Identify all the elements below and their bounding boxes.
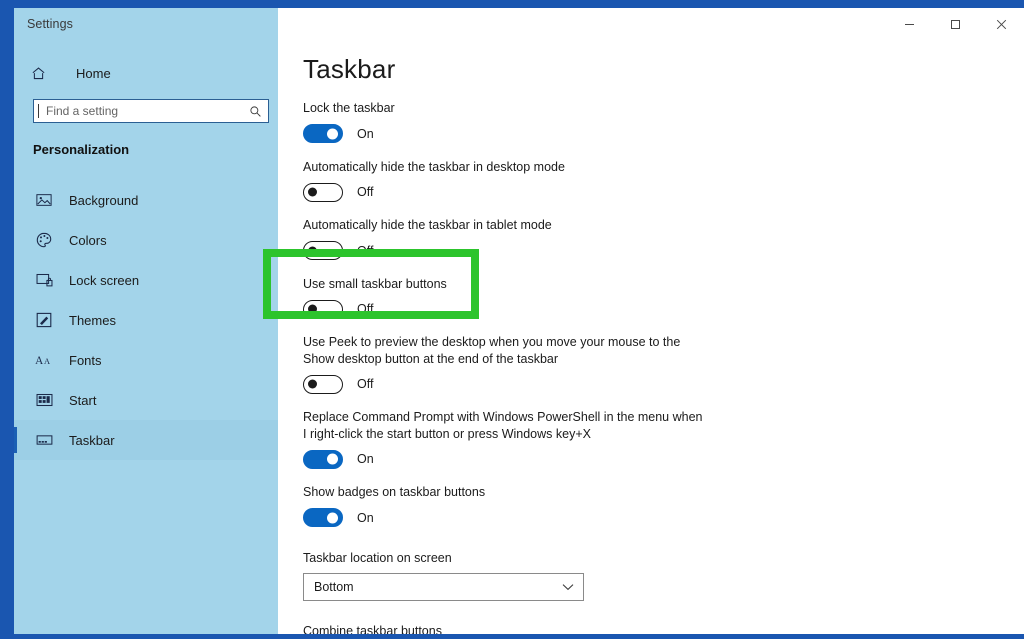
toggle-show-badges[interactable] — [303, 508, 343, 527]
maximize-button[interactable] — [932, 8, 978, 40]
settings-list: Lock the taskbar On Automatically hide t… — [303, 100, 703, 634]
lockscreen-icon — [33, 270, 55, 290]
chevron-down-icon — [562, 583, 574, 591]
setting-show-badges: Show badges on taskbar buttons On — [303, 484, 703, 528]
home-icon — [27, 63, 49, 83]
start-grid-icon — [33, 390, 55, 410]
minimize-button[interactable] — [886, 8, 932, 40]
setting-autohide-tablet: Automatically hide the taskbar in tablet… — [303, 217, 703, 261]
sidebar-item-taskbar-label: Taskbar — [69, 432, 115, 448]
toggle-small-taskbar-buttons[interactable] — [303, 299, 343, 319]
setting-small-taskbar-buttons: Use small taskbar buttons Off — [303, 276, 703, 320]
setting-replace-command-prompt: Replace Command Prompt with Windows Powe… — [303, 409, 703, 469]
setting-lock-the-taskbar: Lock the taskbar On — [303, 100, 703, 144]
toggle-state-label: Off — [357, 243, 374, 258]
close-button[interactable] — [978, 8, 1024, 40]
taskbar-icon — [33, 430, 55, 450]
search-icon — [242, 105, 268, 118]
sidebar-item-fonts-label: Fonts — [69, 352, 102, 368]
dropdown-value: Bottom — [314, 580, 354, 594]
setting-label: Automatically hide the taskbar in deskto… — [303, 159, 565, 174]
setting-label: Use Peek to preview the desktop when you… — [303, 335, 681, 366]
window-frame: Settings Home Find a setting Personaliza… — [0, 0, 1024, 639]
toggle-autohide-desktop[interactable] — [303, 182, 343, 202]
toggle-autohide-tablet[interactable] — [303, 241, 343, 260]
toggle-row: Off — [303, 299, 703, 319]
setting-autohide-desktop: Automatically hide the taskbar in deskto… — [303, 159, 703, 203]
sidebar-item-start[interactable]: Start — [14, 380, 278, 420]
setting-label: Use small taskbar buttons — [303, 276, 447, 291]
setting-taskbar-location: Taskbar location on screen Bottom — [303, 550, 703, 601]
window-body: Settings Home Find a setting Personaliza… — [14, 8, 1024, 634]
toggle-row: Off — [303, 241, 703, 261]
setting-label: Show badges on taskbar buttons — [303, 485, 486, 499]
toggle-row: On — [303, 124, 703, 144]
sidebar-item-background[interactable]: Background — [14, 180, 278, 220]
sidebar-item-start-label: Start — [69, 392, 97, 408]
page-title: Taskbar — [303, 54, 396, 84]
title-bar: Settings — [14, 8, 1024, 41]
svg-text:A: A — [35, 355, 43, 367]
toggle-state-label: Off — [357, 302, 374, 316]
image-icon — [33, 190, 55, 210]
toggle-use-peek[interactable] — [303, 374, 343, 394]
setting-label: Automatically hide the taskbar in tablet… — [303, 218, 552, 232]
toggle-lock-the-taskbar[interactable] — [303, 124, 343, 143]
sidebar-item-colors-label: Colors — [69, 232, 107, 248]
sidebar-item-colors[interactable]: Colors — [14, 220, 278, 260]
toggle-state-label: On — [357, 452, 374, 466]
window-title: Settings — [27, 17, 73, 31]
setting-combine-taskbar-buttons: Combine taskbar buttons Always, hide lab… — [303, 623, 703, 634]
sidebar: Home Find a setting Personalization Back… — [14, 8, 278, 634]
toggle-row: Off — [303, 182, 703, 202]
toggle-row: Off — [303, 374, 703, 394]
sidebar-item-home-label: Home — [76, 65, 111, 81]
toggle-row: On — [303, 508, 703, 528]
search-input[interactable]: Find a setting — [33, 99, 269, 123]
search-placeholder: Find a setting — [38, 104, 242, 118]
toggle-state-label: On — [357, 510, 374, 525]
main-content: Taskbar Lock the taskbar On Automaticall… — [278, 8, 1024, 634]
setting-label: Taskbar location on screen — [303, 550, 452, 565]
svg-text:A: A — [44, 357, 50, 366]
setting-use-peek: Use Peek to preview the desktop when you… — [303, 334, 703, 394]
brush-icon — [33, 310, 55, 330]
setting-label: Lock the taskbar — [303, 101, 395, 115]
sidebar-item-background-label: Background — [69, 192, 139, 208]
fonts-icon: A A — [33, 350, 55, 370]
sidebar-item-lock-screen-label: Lock screen — [69, 272, 140, 288]
sidebar-item-themes-label: Themes — [69, 312, 116, 328]
toggle-row: On — [303, 449, 703, 469]
setting-label: Combine taskbar buttons — [303, 624, 442, 634]
dropdown-taskbar-location[interactable]: Bottom — [303, 573, 584, 601]
sidebar-category-header: Personalization — [33, 142, 130, 157]
sidebar-item-lock-screen[interactable]: Lock screen — [14, 260, 278, 300]
sidebar-item-home[interactable]: Home — [27, 60, 111, 86]
toggle-state-label: Off — [357, 377, 374, 391]
sidebar-item-taskbar[interactable]: Taskbar — [14, 420, 278, 460]
toggle-state-label: On — [357, 126, 374, 141]
setting-label: Replace Command Prompt with Windows Powe… — [303, 410, 703, 441]
sidebar-item-fonts[interactable]: A A Fonts — [14, 340, 278, 380]
toggle-state-label: Off — [357, 185, 374, 199]
sidebar-item-themes[interactable]: Themes — [14, 300, 278, 340]
palette-icon — [33, 230, 55, 250]
toggle-replace-command-prompt[interactable] — [303, 449, 343, 469]
sidebar-nav-list: Background Colors Lock screen Themes A A… — [14, 180, 278, 460]
